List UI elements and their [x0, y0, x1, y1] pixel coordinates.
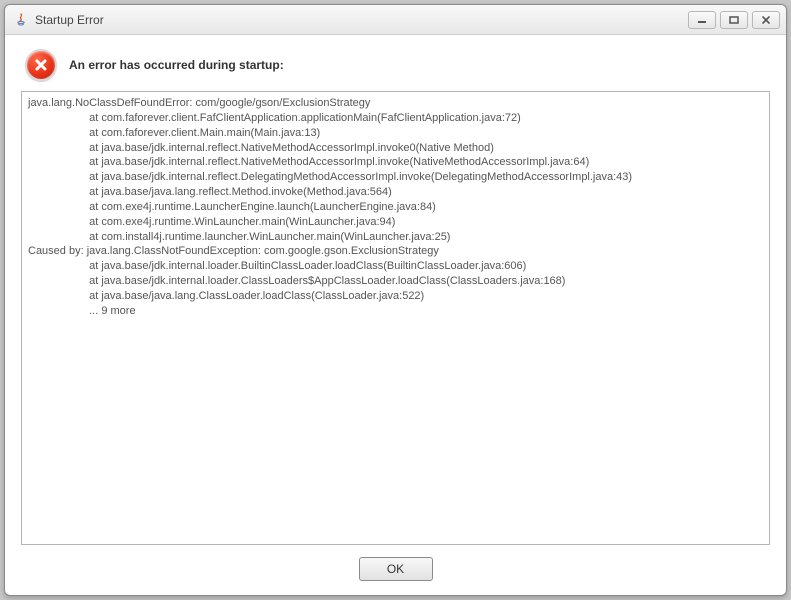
stacktrace-line: at java.base/java.lang.reflect.Method.in… [28, 185, 763, 200]
java-icon [13, 12, 29, 28]
dialog-footer: OK [21, 545, 770, 581]
stacktrace-line: at java.base/jdk.internal.loader.ClassLo… [28, 274, 763, 289]
stacktrace-line: at java.base/jdk.internal.reflect.Delega… [28, 170, 763, 185]
close-button[interactable] [752, 11, 780, 29]
dialog-window: Startup Error An error has occurred duri… [4, 4, 787, 596]
dialog-content: An error has occurred during startup: ja… [5, 35, 786, 595]
stacktrace-line: at com.faforever.client.Main.main(Main.j… [28, 126, 763, 141]
stacktrace-line: java.lang.NoClassDefFoundError: com/goog… [28, 96, 763, 111]
stacktrace-line: at com.exe4j.runtime.LauncherEngine.laun… [28, 200, 763, 215]
stacktrace-textarea[interactable]: java.lang.NoClassDefFoundError: com/goog… [21, 91, 770, 545]
window-title: Startup Error [35, 13, 104, 27]
stacktrace-line: at java.base/java.lang.ClassLoader.loadC… [28, 289, 763, 304]
ok-button[interactable]: OK [359, 557, 433, 581]
minimize-button[interactable] [688, 11, 716, 29]
stacktrace-line: Caused by: java.lang.ClassNotFoundExcept… [28, 244, 763, 259]
stacktrace-line: at java.base/jdk.internal.loader.Builtin… [28, 259, 763, 274]
stacktrace-line: ... 9 more [28, 304, 763, 319]
error-icon [25, 49, 57, 81]
stacktrace-line: at com.exe4j.runtime.WinLauncher.main(Wi… [28, 215, 763, 230]
stacktrace-line: at com.install4j.runtime.launcher.WinLau… [28, 230, 763, 245]
stacktrace-line: at java.base/jdk.internal.reflect.Native… [28, 155, 763, 170]
titlebar[interactable]: Startup Error [5, 5, 786, 35]
maximize-button[interactable] [720, 11, 748, 29]
stacktrace-line: at com.faforever.client.FafClientApplica… [28, 111, 763, 126]
error-message: An error has occurred during startup: [69, 58, 284, 72]
error-header: An error has occurred during startup: [21, 47, 770, 91]
stacktrace-line: at java.base/jdk.internal.reflect.Native… [28, 141, 763, 156]
